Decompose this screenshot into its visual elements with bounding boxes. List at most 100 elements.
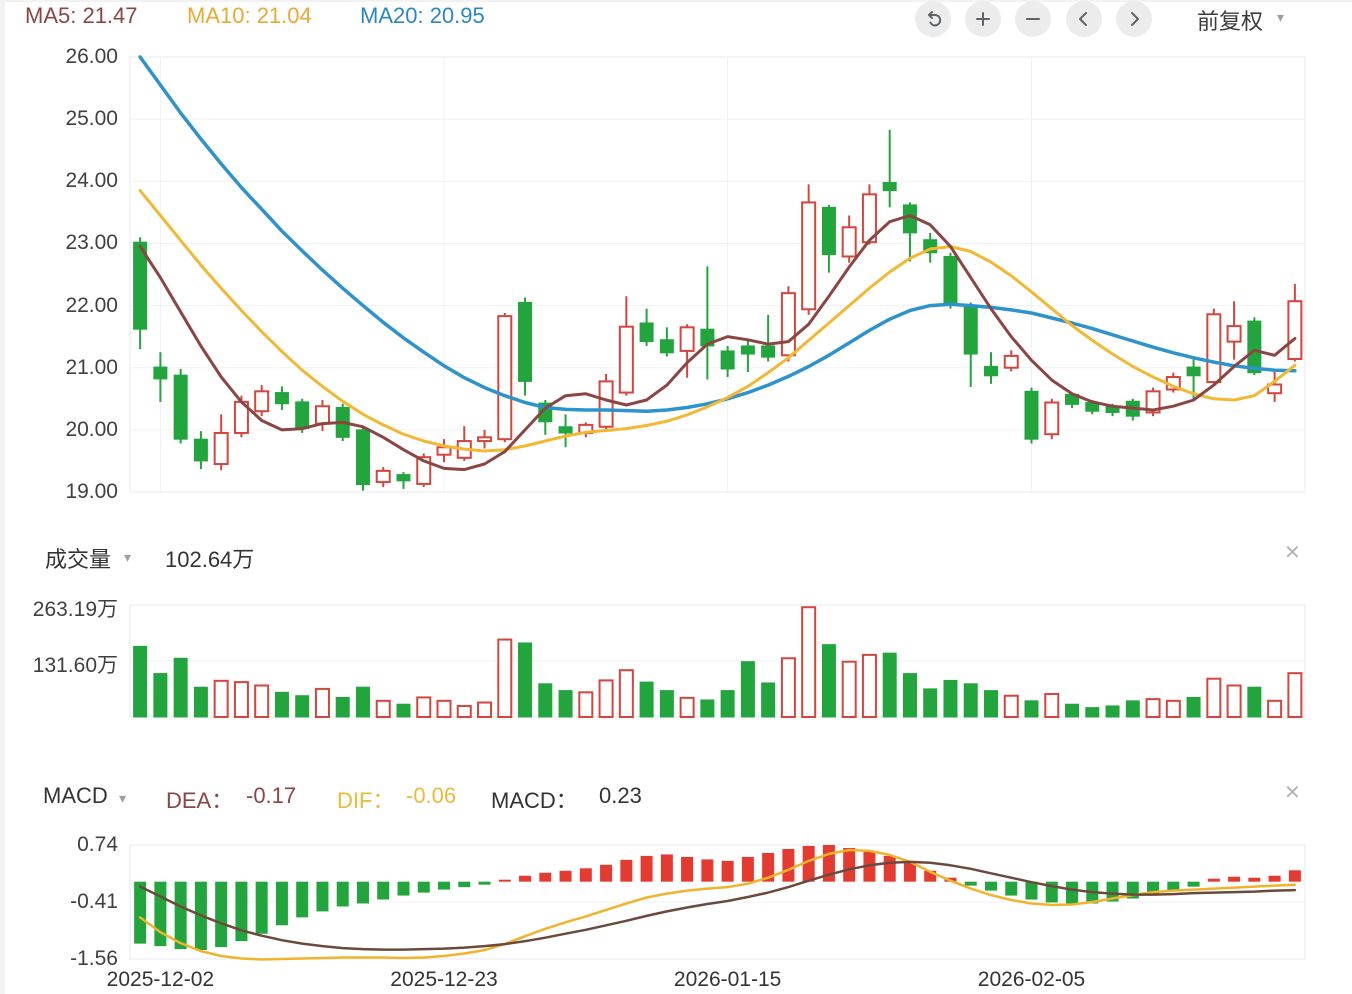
candle [215, 414, 228, 470]
macd-bar [1066, 882, 1078, 905]
prev-icon [1075, 10, 1093, 28]
close-volume-panel-icon[interactable]: ✕ [1284, 540, 1301, 565]
price-axis-label: 20.00 [0, 418, 118, 442]
candle [154, 352, 167, 402]
volume-bar [154, 674, 167, 717]
chart-layer[interactable]: 26.0025.0024.0023.0022.0021.0020.0019.00… [0, 0, 1352, 994]
candle [620, 296, 633, 395]
macd-label: MACD： [491, 783, 578, 815]
macd-bar [499, 880, 511, 882]
candle [964, 302, 977, 387]
volume-bar [660, 691, 673, 717]
date-axis-label: 2026-02-05 [942, 968, 1122, 992]
macd-bar [1208, 879, 1220, 882]
candle [822, 205, 835, 273]
volume-bar [174, 658, 187, 717]
macd-bar [722, 861, 734, 882]
volume-bar [1167, 701, 1180, 717]
adjust-type-dropdown[interactable]: 前复权 [1197, 4, 1263, 36]
macd-bar [418, 882, 430, 893]
macd-bar [884, 856, 896, 882]
candle [721, 346, 734, 377]
volume-bar [1147, 699, 1160, 717]
next-icon [1125, 10, 1143, 28]
candle [397, 472, 410, 489]
price-axis-label: 26.00 [0, 45, 118, 69]
zoom-in-button[interactable] [965, 1, 1001, 37]
ma10-legend: MA10: 21.04 [187, 3, 312, 29]
candle [356, 427, 369, 491]
candle [458, 426, 471, 461]
volume-bar [843, 662, 856, 717]
volume-bar [721, 691, 734, 717]
candle [843, 215, 856, 262]
macd-bar [1248, 878, 1260, 882]
volume-bar [559, 691, 572, 717]
volume-bar [1268, 701, 1281, 717]
next-button[interactable] [1116, 1, 1152, 37]
ma5-legend: MA5: 21.47 [25, 3, 138, 29]
undo-button[interactable] [915, 1, 951, 37]
macd-bar [661, 854, 673, 881]
macd-bar [296, 882, 308, 918]
volume-bar [1288, 673, 1301, 717]
candle [579, 422, 592, 437]
volume-axis-label: 263.19万 [0, 593, 118, 623]
volume-bar [336, 697, 349, 717]
charts-svg [0, 0, 1352, 994]
volume-latest-value: 102.64万 [165, 542, 254, 574]
volume-bar [1045, 694, 1058, 717]
volume-bar [762, 683, 775, 717]
candle [519, 297, 532, 395]
chevron-down-icon: ▾ [124, 549, 131, 566]
volume-axis-label: 131.60万 [0, 649, 118, 679]
macd-bar [681, 857, 693, 882]
dea-label: DEA： [166, 783, 233, 815]
macd-bar [1005, 882, 1017, 896]
undo-icon [924, 10, 942, 28]
macd-bar [539, 873, 551, 882]
candle [640, 309, 653, 346]
candle [255, 385, 268, 416]
candle [1288, 284, 1301, 362]
macd-bar [701, 859, 713, 881]
price-axis-label: 22.00 [0, 294, 118, 318]
volume-bar [539, 684, 552, 717]
macd-bar [580, 868, 592, 881]
macd-bar [337, 882, 349, 907]
macd-bar [154, 882, 166, 946]
volume-indicator-dropdown[interactable]: 成交量 [45, 542, 111, 574]
dea-value: -0.17 [246, 783, 296, 809]
ma5-line [140, 216, 1295, 470]
price-axis-label: 24.00 [0, 169, 118, 193]
macd-indicator-dropdown[interactable]: MACD [43, 783, 108, 809]
volume-bar [417, 697, 430, 717]
macd-bar [519, 876, 531, 882]
dif-label: DIF： [337, 783, 394, 815]
close-macd-panel-icon[interactable]: ✕ [1284, 780, 1301, 805]
volume-bar [1248, 687, 1261, 717]
chevron-down-icon: ▾ [119, 790, 126, 807]
macd-bar [134, 882, 146, 944]
candle [275, 386, 288, 410]
volume-bar [863, 655, 876, 717]
macd-bar [742, 857, 754, 882]
macd-bar [1269, 876, 1281, 882]
zoom-out-button[interactable] [1015, 1, 1051, 37]
candle [660, 327, 673, 356]
volume-bar [1086, 708, 1099, 717]
volume-bar [519, 643, 532, 717]
price-axis-label: 23.00 [0, 231, 118, 255]
candle [377, 467, 390, 487]
volume-bar [296, 696, 309, 717]
prev-button[interactable] [1066, 1, 1102, 37]
macd-histogram [134, 845, 1301, 950]
candle [1025, 388, 1038, 444]
macd-bar [1026, 882, 1038, 900]
macd-bar [479, 882, 491, 885]
candle [600, 374, 613, 432]
volume-bar [275, 692, 288, 717]
macd-bar [985, 882, 997, 891]
macd-bar [377, 882, 389, 900]
volume-bars [134, 607, 1302, 717]
